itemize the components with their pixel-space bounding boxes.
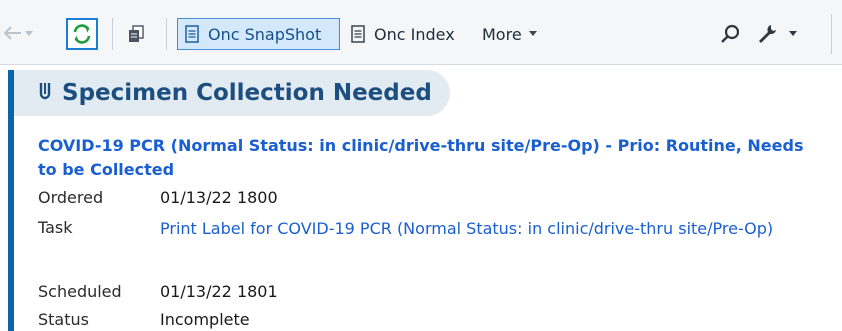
task-label: Task <box>38 218 73 237</box>
task-link[interactable]: Print Label for COVID-19 PCR (Normal Sta… <box>160 217 836 241</box>
status-value: Incomplete <box>160 310 250 329</box>
specimen-tube-icon <box>38 81 52 105</box>
section-title: Specimen Collection Needed <box>62 80 432 106</box>
copy-icon[interactable] <box>126 24 146 44</box>
tools-dropdown-icon[interactable] <box>788 30 798 38</box>
toolbar: Onc SnapShot Onc Index More <box>0 0 842 65</box>
ordered-label: Ordered <box>38 188 104 207</box>
wrench-icon[interactable] <box>755 22 779 46</box>
scheduled-value: 01/13/22 1801 <box>160 282 278 301</box>
scheduled-label: Scheduled <box>38 282 122 301</box>
search-icon[interactable] <box>718 22 742 46</box>
more-label: More <box>482 24 522 44</box>
onc-index-button[interactable]: Onc Index <box>350 18 455 50</box>
specimen-panel: Specimen Collection Needed COVID-19 PCR … <box>0 64 842 331</box>
history-dropdown-icon[interactable] <box>24 30 34 38</box>
refresh-button[interactable] <box>66 18 98 50</box>
ordered-value: 01/13/22 1800 <box>160 188 278 207</box>
back-arrow-icon[interactable] <box>4 26 22 40</box>
toolbar-edge <box>831 14 832 54</box>
status-label: Status <box>38 310 89 329</box>
order-title-link[interactable]: COVID-19 PCR (Normal Status: in clinic/d… <box>38 134 818 182</box>
section-header: Specimen Collection Needed <box>14 70 450 116</box>
more-menu-button[interactable]: More <box>482 18 538 50</box>
document-icon <box>185 25 199 43</box>
refresh-icon <box>73 24 91 44</box>
document-icon <box>351 25 365 43</box>
toolbar-separator <box>166 18 167 50</box>
toolbar-separator <box>112 18 113 50</box>
onc-snapshot-button[interactable]: Onc SnapShot <box>177 18 340 50</box>
caret-down-icon <box>528 31 537 36</box>
onc-snapshot-label: Onc SnapShot <box>208 24 322 44</box>
onc-index-label: Onc Index <box>374 24 455 44</box>
